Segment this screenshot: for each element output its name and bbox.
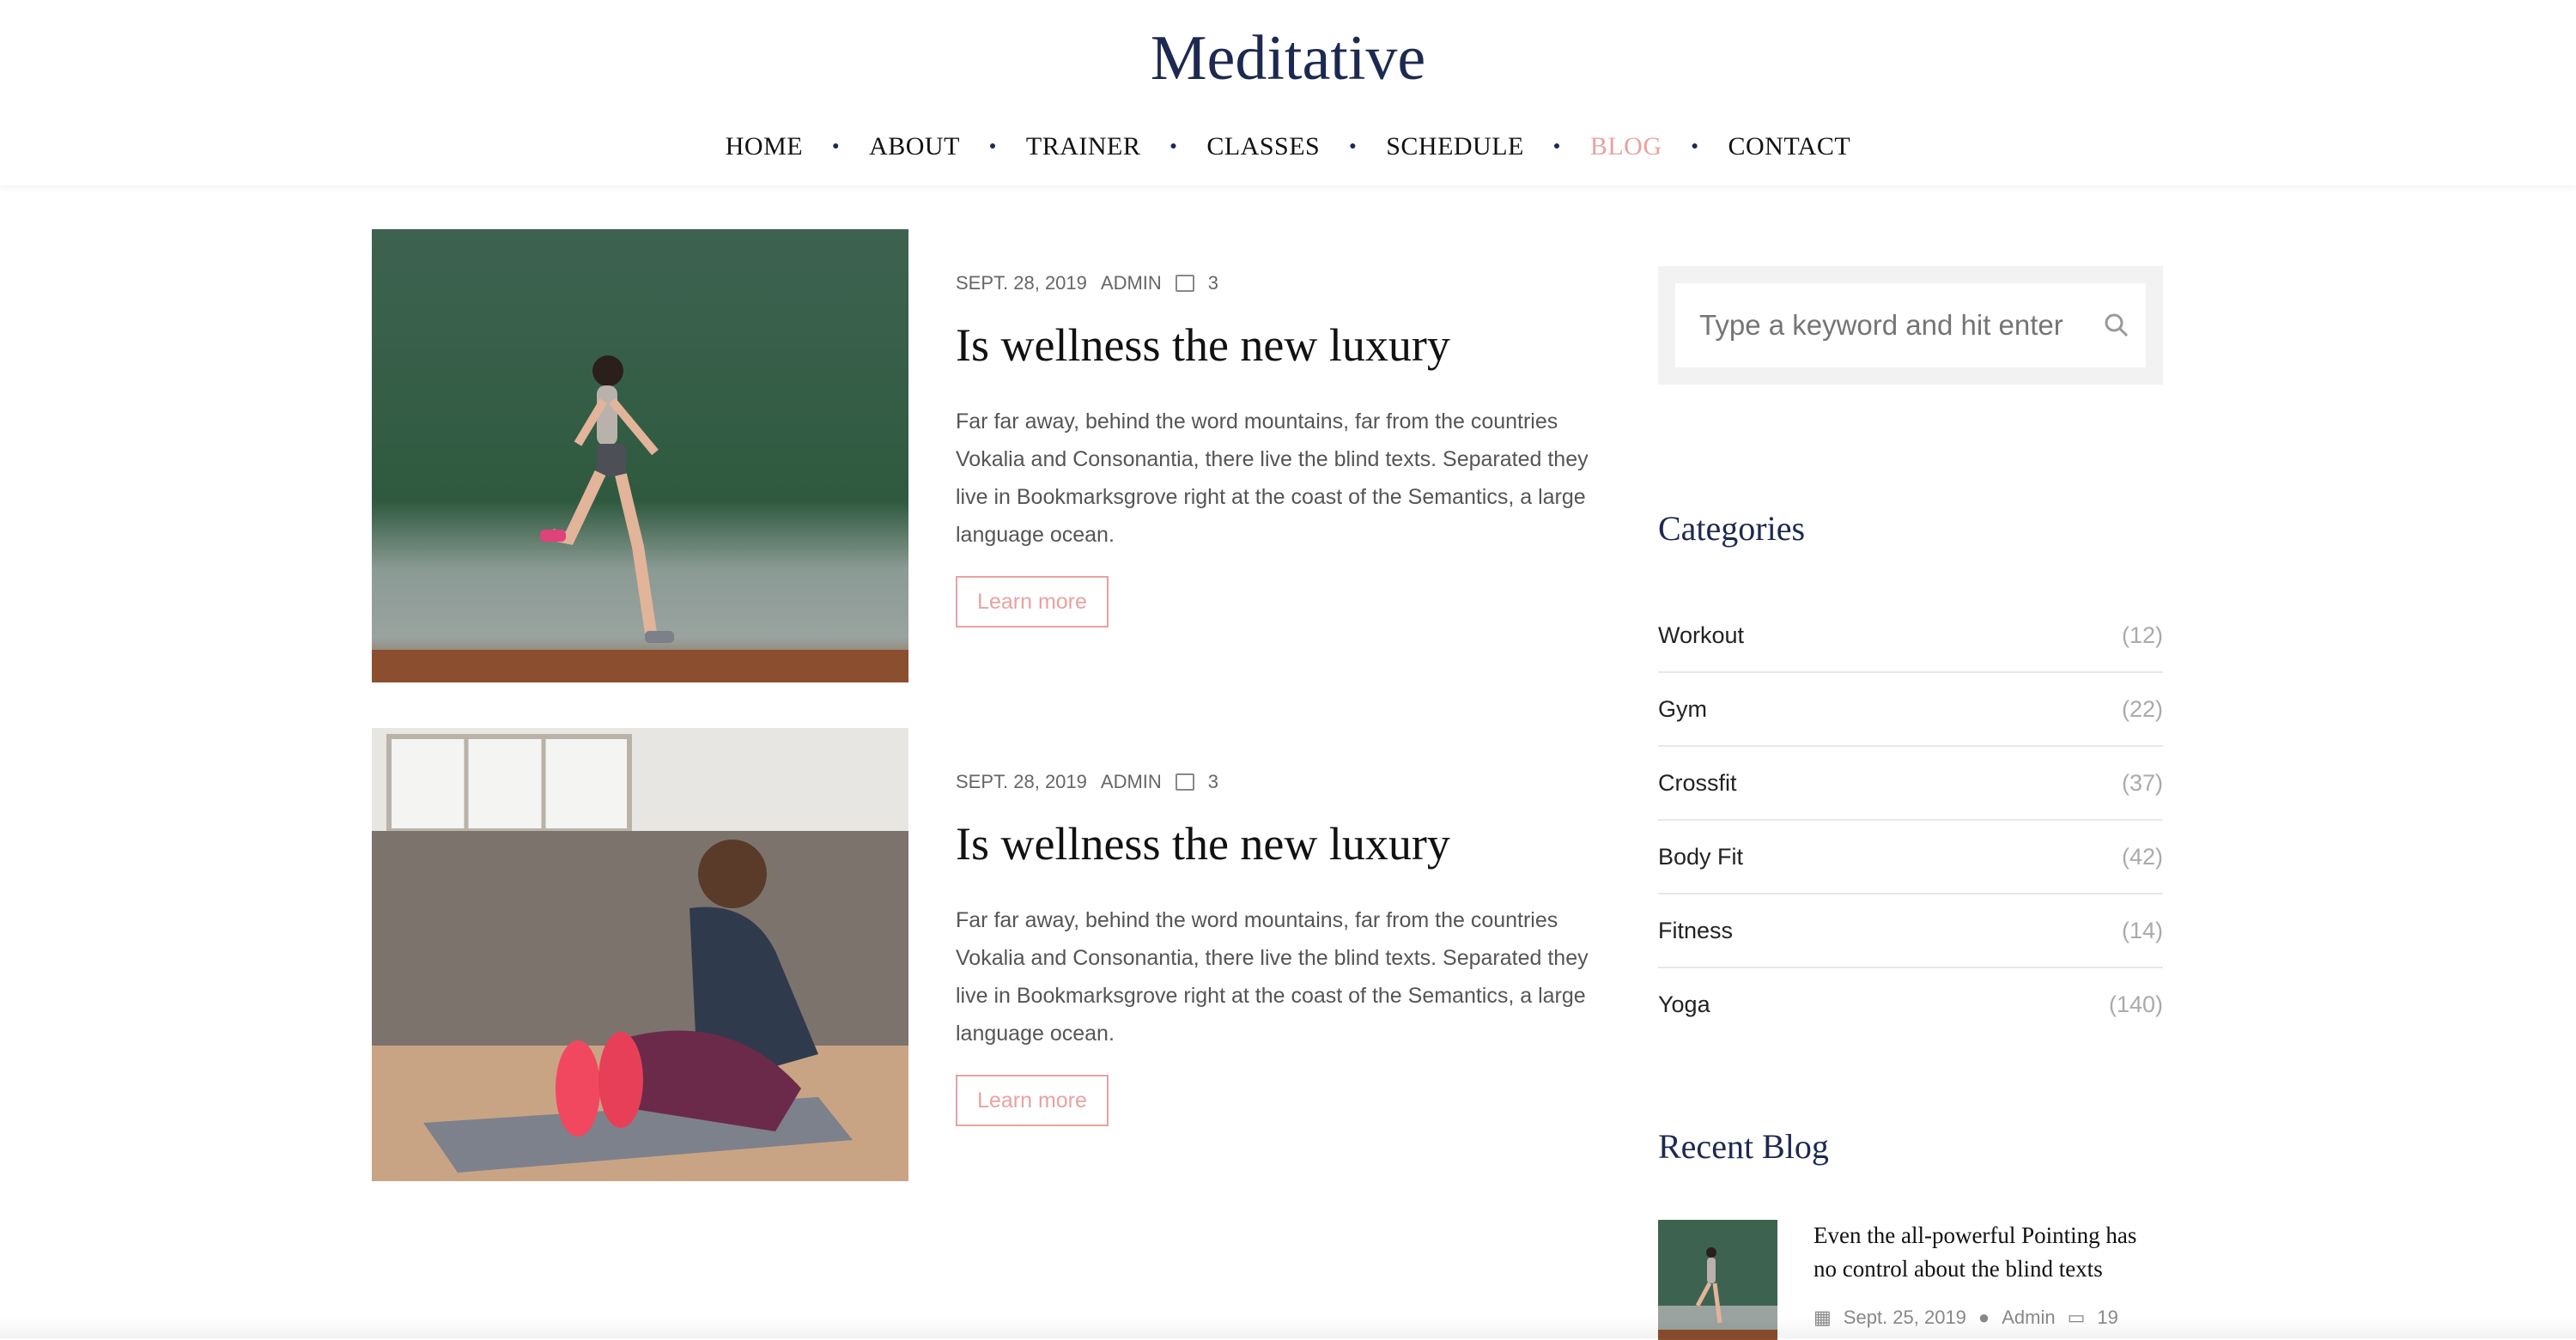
search-input[interactable] bbox=[1675, 283, 2146, 367]
category-label: Gym bbox=[1658, 695, 1707, 722]
category-label: Body Fit bbox=[1658, 843, 1744, 870]
post-excerpt: Far far away, behind the word mountains,… bbox=[956, 409, 1589, 547]
nav-schedule[interactable]: SCHEDULE bbox=[1376, 132, 1534, 161]
nav-trainer[interactable]: TRAINER bbox=[1016, 132, 1151, 161]
category-count: (42) bbox=[2121, 843, 2163, 870]
category-item[interactable]: Crossfit (37) bbox=[1658, 747, 2163, 821]
categories-heading: Categories bbox=[1658, 509, 1806, 548]
post-date[interactable]: SEPT. 28, 2019 bbox=[956, 272, 1087, 294]
category-label: Yoga bbox=[1658, 991, 1710, 1017]
search-icon[interactable] bbox=[2101, 310, 2132, 341]
nav-separator: ● bbox=[988, 140, 997, 153]
category-item[interactable]: Gym (22) bbox=[1658, 673, 2163, 747]
post-title[interactable]: Is wellness the new luxury bbox=[956, 318, 1608, 372]
nav-classes[interactable]: CLASSES bbox=[1196, 132, 1330, 161]
post-image-stretching[interactable] bbox=[372, 728, 908, 1181]
category-count: (22) bbox=[2121, 695, 2163, 722]
nav-home[interactable]: HOME bbox=[715, 132, 813, 161]
nav-separator: ● bbox=[832, 140, 841, 153]
post-date[interactable]: SEPT. 28, 2019 bbox=[956, 771, 1087, 793]
post-meta: SEPT. 28, 2019 ADMIN 3 bbox=[956, 272, 1232, 294]
post-meta: SEPT. 28, 2019 ADMIN 3 bbox=[956, 771, 1232, 793]
category-label: Fitness bbox=[1658, 917, 1734, 943]
category-label: Workout bbox=[1658, 621, 1745, 648]
category-label: Crossfit bbox=[1658, 769, 1737, 796]
page-bottom-shadow bbox=[0, 1317, 2576, 1338]
post-title[interactable]: Is wellness the new luxury bbox=[956, 817, 1608, 870]
nav-blog[interactable]: BLOG bbox=[1580, 132, 1673, 161]
post-author[interactable]: ADMIN bbox=[1101, 272, 1162, 294]
learn-more-button[interactable]: Learn more bbox=[956, 1075, 1109, 1126]
search-box bbox=[1658, 266, 2163, 385]
post-image-runner[interactable] bbox=[372, 229, 908, 682]
category-item[interactable]: Yoga (140) bbox=[1658, 968, 2163, 1040]
main-nav: HOME ● ABOUT ● TRAINER ● CLASSES ● SCHED… bbox=[0, 132, 2576, 161]
category-item[interactable]: Body Fit (42) bbox=[1658, 821, 2163, 894]
category-count: (14) bbox=[2121, 917, 2163, 943]
category-item[interactable]: Workout (12) bbox=[1658, 599, 2163, 673]
category-count: (140) bbox=[2108, 991, 2163, 1017]
nav-contact[interactable]: CONTACT bbox=[1717, 132, 1861, 161]
comment-icon bbox=[1175, 773, 1194, 791]
post-author[interactable]: ADMIN bbox=[1101, 771, 1162, 793]
category-count: (37) bbox=[2121, 769, 2163, 796]
category-item[interactable]: Fitness (14) bbox=[1658, 894, 2163, 968]
post-excerpt: Far far away, behind the word mountains,… bbox=[956, 908, 1589, 1046]
comment-icon bbox=[1175, 275, 1194, 292]
post-comment-count[interactable]: 3 bbox=[1208, 771, 1218, 793]
brand-logo[interactable]: Meditative bbox=[0, 22, 2576, 95]
nav-about[interactable]: ABOUT bbox=[859, 132, 970, 161]
learn-more-button[interactable]: Learn more bbox=[956, 576, 1109, 628]
site-header: Meditative HOME ● ABOUT ● TRAINER ● CLAS… bbox=[0, 0, 2576, 185]
category-list: Workout (12) Gym (22) Crossfit (37) Body… bbox=[1658, 599, 2163, 1040]
nav-separator: ● bbox=[1552, 140, 1561, 153]
category-count: (12) bbox=[2121, 621, 2163, 648]
nav-separator: ● bbox=[1170, 140, 1178, 153]
blog-post: SEPT. 28, 2019 ADMIN 3 Is wellness the n… bbox=[372, 728, 1589, 1181]
recent-blog-heading: Recent Blog bbox=[1658, 1127, 1829, 1166]
nav-separator: ● bbox=[1691, 140, 1699, 153]
blog-post: SEPT. 28, 2019 ADMIN 3 Is wellness the n… bbox=[372, 229, 1589, 682]
recent-post-title[interactable]: Even the all-powerful Pointing has no co… bbox=[1814, 1219, 2166, 1286]
nav-separator: ● bbox=[1349, 140, 1358, 153]
post-comment-count[interactable]: 3 bbox=[1208, 272, 1218, 294]
